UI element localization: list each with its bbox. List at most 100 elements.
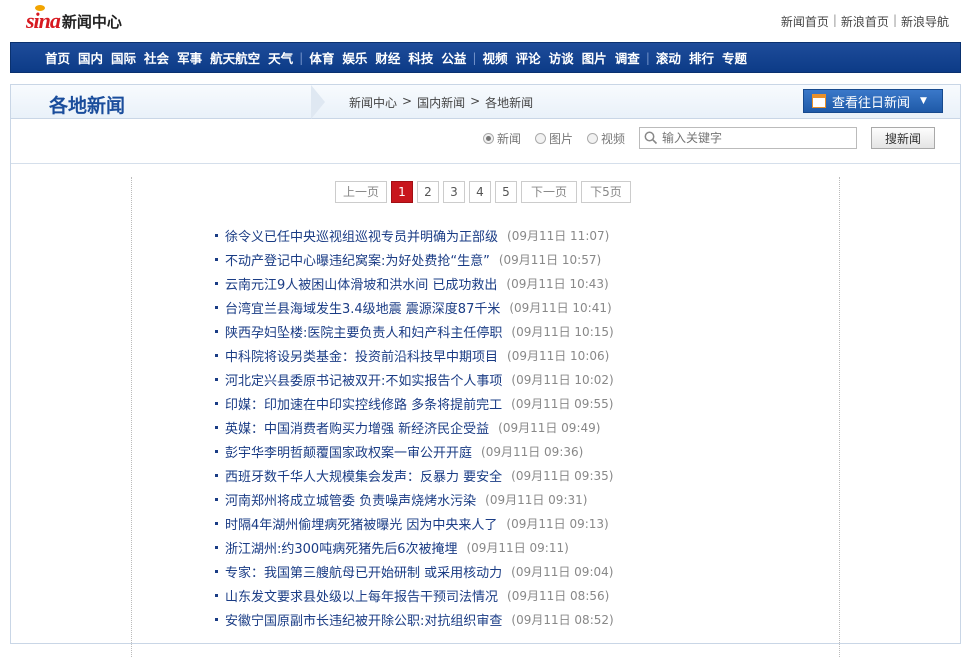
nav-item[interactable]: 天气: [264, 48, 297, 67]
news-title-link[interactable]: 西班牙数千华人大规模集会发声：反暴力 要安全: [225, 466, 502, 485]
news-item: 彭宇华李明哲颠覆国家政权案一审公开开庭 (09月11日 09:36): [215, 439, 614, 463]
nav-item[interactable]: 公益: [437, 48, 470, 67]
nav-item[interactable]: 首页: [41, 48, 74, 67]
breadcrumb-news-center[interactable]: 新闻中心: [349, 94, 397, 111]
nav-item[interactable]: 专题: [718, 48, 751, 67]
main-panel: 各地新闻 新闻中心 > 国内新闻 > 各地新闻 查看往日新闻 ▼ 新闻 图片 视…: [10, 84, 961, 657]
news-title-link[interactable]: 不动产登记中心曝违纪窝案:为好处费抢“生意”: [225, 250, 490, 269]
prev-page-button[interactable]: 上一页: [335, 181, 387, 203]
news-title-link[interactable]: 彭宇华李明哲颠覆国家政权案一审公开开庭: [225, 442, 472, 461]
bullet-icon: [215, 305, 218, 309]
bullet-icon: [215, 281, 218, 285]
history-news-button[interactable]: 查看往日新闻 ▼: [803, 89, 943, 113]
news-title-link[interactable]: 浙江湖州:约300吨病死猪先后6次被掩埋: [225, 538, 457, 557]
radio-dot: [535, 132, 547, 144]
divider: [11, 163, 960, 164]
search-input[interactable]: [662, 131, 843, 145]
next-5-pages-button[interactable]: 下5页: [581, 181, 631, 203]
radio-news[interactable]: 新闻: [483, 130, 521, 147]
news-title-link[interactable]: 安徽宁国原副市长违纪被开除公职:对抗组织审查: [225, 610, 502, 629]
nav-item[interactable]: 娱乐: [338, 48, 371, 67]
news-time: (09月11日 10:15): [511, 324, 614, 339]
page-3[interactable]: 3: [443, 181, 465, 203]
news-time: (09月11日 10:06): [507, 348, 610, 363]
link-news-home[interactable]: 新闻首页: [781, 13, 829, 30]
news-title-link[interactable]: 山东发文要求县处级以上每年报告干预司法情况: [225, 586, 498, 605]
breadcrumb-arrow: [311, 85, 325, 119]
news-item: 陕西孕妇坠楼:医院主要负责人和妇产科主任停职 (09月11日 10:15): [215, 319, 614, 343]
news-title-link[interactable]: 专家：我国第三艘航母已开始研制 或采用核动力: [225, 562, 502, 581]
news-time: (09月11日 09:55): [511, 396, 614, 411]
nav-item[interactable]: 评论: [512, 48, 545, 67]
page-1[interactable]: 1: [391, 181, 413, 203]
bullet-icon: [215, 353, 218, 357]
nav-item[interactable]: 社会: [140, 48, 173, 67]
nav-item[interactable]: 体育: [305, 48, 338, 67]
news-content: 上一页 1 2 3 4 5 下一页 下5页 徐令义已任中央巡视组巡视专员并明确为…: [131, 177, 840, 657]
nav-divider: |: [299, 50, 304, 65]
page-2[interactable]: 2: [417, 181, 439, 203]
nav-item[interactable]: 图片: [578, 48, 611, 67]
sina-logo[interactable]: sina 新闻中心: [26, 5, 122, 34]
news-time: (09月11日 09:04): [511, 564, 614, 579]
news-title-link[interactable]: 陕西孕妇坠楼:医院主要负责人和妇产科主任停职: [225, 322, 502, 341]
logo-eye-icon: [35, 5, 45, 11]
news-item: 中科院将设另类基金：投资前沿科技早中期项目 (09月11日 10:06): [215, 343, 614, 367]
news-item: 印媒：印加速在中印实控线修路 多条将提前完工 (09月11日 09:55): [215, 391, 614, 415]
news-time: (09月11日 10:43): [506, 276, 609, 291]
bullet-icon: [215, 569, 218, 573]
news-title-link[interactable]: 中科院将设另类基金：投资前沿科技早中期项目: [225, 346, 498, 365]
news-title-link[interactable]: 河北定兴县委原书记被双开:不如实报告个人事项: [225, 370, 502, 389]
nav-item[interactable]: 军事: [173, 48, 206, 67]
nav-item[interactable]: 国内: [74, 48, 107, 67]
nav-item[interactable]: 滚动: [652, 48, 685, 67]
bullet-icon: [215, 617, 218, 621]
nav-item[interactable]: 访谈: [545, 48, 578, 67]
nav-item[interactable]: 财经: [371, 48, 404, 67]
news-time: (09月11日 08:56): [507, 588, 610, 603]
bullet-icon: [215, 521, 218, 525]
news-item: 西班牙数千华人大规模集会发声：反暴力 要安全 (09月11日 09:35): [215, 463, 614, 487]
page-4[interactable]: 4: [469, 181, 491, 203]
nav-item[interactable]: 国际: [107, 48, 140, 67]
nav-divider: |: [472, 50, 477, 65]
breadcrumb-domestic[interactable]: 国内新闻: [417, 94, 465, 111]
news-time: (09月11日 09:36): [481, 444, 584, 459]
radio-dot: [483, 132, 494, 144]
link-sina-home[interactable]: 新浪首页: [841, 13, 889, 30]
news-item: 安徽宁国原副市长违纪被开除公职:对抗组织审查 (09月11日 08:52): [215, 607, 614, 631]
next-page-button[interactable]: 下一页: [521, 181, 577, 203]
news-list: 徐令义已任中央巡视组巡视专员并明确为正部级 (09月11日 11:07) 不动产登记…: [215, 223, 614, 631]
search-news-button[interactable]: 搜新闻: [871, 127, 936, 149]
bullet-icon: [215, 593, 218, 597]
panel-header: 各地新闻 新闻中心 > 国内新闻 > 各地新闻 查看往日新闻 ▼: [11, 85, 960, 119]
news-time: (09月11日 09:11): [466, 540, 569, 555]
news-title-link[interactable]: 云南元江9人被困山体滑坡和洪水间 已成功救出: [225, 274, 497, 293]
nav-item[interactable]: 排行: [685, 48, 718, 67]
news-title-link[interactable]: 英媒：中国消费者购买力增强 新经济民企受益: [225, 418, 489, 437]
news-title-link[interactable]: 印媒：印加速在中印实控线修路 多条将提前完工: [225, 394, 502, 413]
nav-item[interactable]: 调查: [611, 48, 644, 67]
brand-logo: sina: [26, 5, 61, 34]
news-title-link[interactable]: 徐令义已任中央巡视组巡视专员并明确为正部级: [225, 226, 498, 245]
page-5[interactable]: 5: [495, 181, 517, 203]
radio-images[interactable]: 图片: [535, 130, 573, 147]
main-nav: 首页 国内 国际 社会 军事 航天航空 天气 | 体育 娱乐 财经 科技 公益 | 视频 评论 访谈 图片 调查 | 滚…: [10, 42, 961, 73]
breadcrumb-local: 各地新闻: [485, 96, 534, 110]
search-field[interactable]: [639, 127, 858, 149]
nav-item[interactable]: 航天航空: [206, 48, 264, 67]
search-bar: 新闻 图片 视频 搜新闻: [483, 127, 936, 149]
news-time: (09月11日 09:49): [498, 420, 601, 435]
radio-video[interactable]: 视频: [587, 130, 625, 147]
news-time: (09月11日 10:57): [498, 252, 602, 267]
nav-item[interactable]: 科技: [404, 48, 437, 67]
nav-item[interactable]: 视频: [479, 48, 512, 67]
link-sina-nav[interactable]: 新浪导航: [901, 13, 949, 30]
nav-divider: |: [645, 50, 650, 65]
news-item: 河北定兴县委原书记被双开:不如实报告个人事项 (09月11日 10:02): [215, 367, 614, 391]
news-title-link[interactable]: 时隔4年湖州偷埋病死猪被曝光 因为中央来人了: [225, 514, 497, 533]
news-item: 英媒：中国消费者购买力增强 新经济民企受益 (09月11日 09:49): [215, 415, 614, 439]
news-title-link[interactable]: 河南郑州将成立城管委 负责噪声烧烤水污染: [225, 490, 476, 509]
news-title-link[interactable]: 台湾宜兰县海域发生3.4级地震 震源深度87千米: [225, 298, 500, 317]
news-item: 台湾宜兰县海域发生3.4级地震 震源深度87千米 (09月11日 10:41): [215, 295, 614, 319]
